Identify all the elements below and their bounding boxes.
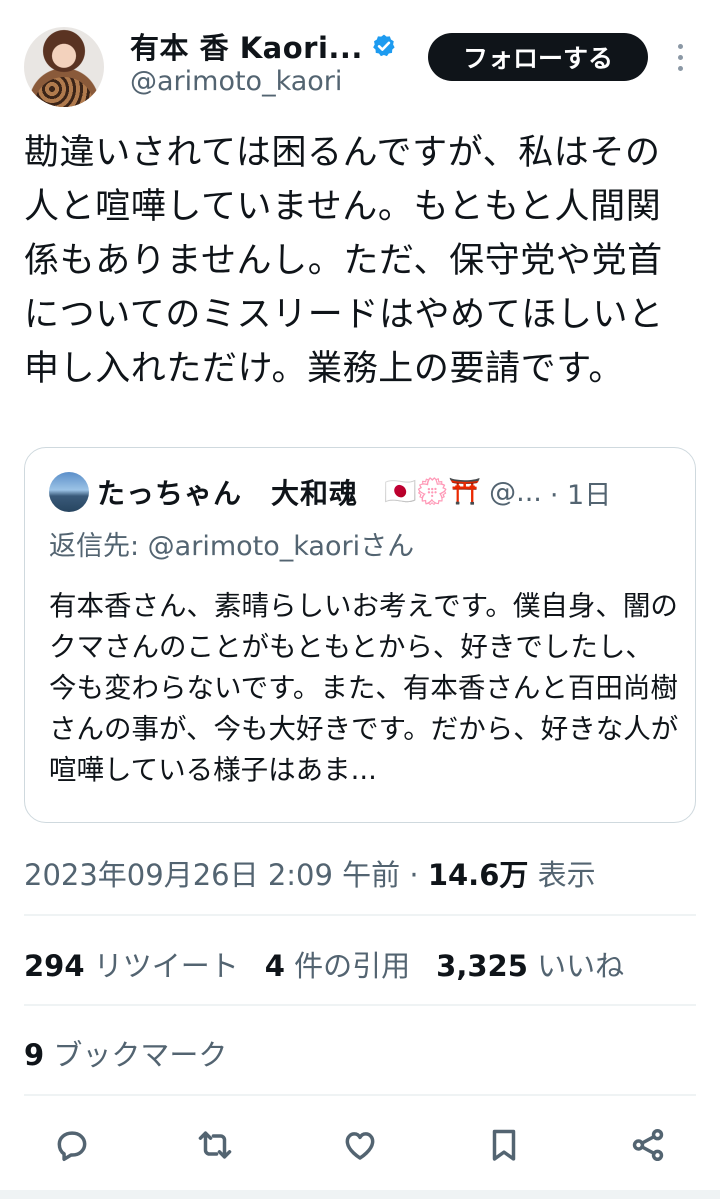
bookmarks-stat[interactable]: 9 ブックマーク xyxy=(24,1032,227,1074)
retweet-icon[interactable] xyxy=(193,1123,237,1167)
more-options-icon[interactable] xyxy=(668,38,692,76)
tweet-meta: 2023年09月26日 2:09 午前 · 14.6万 表示 xyxy=(24,852,596,894)
quoted-tweet-text: 有本香さん、素晴らしいお考えです。僕自身、闇のクマさんのことがもともとから、好き… xyxy=(49,590,679,786)
verified-badge-icon xyxy=(373,34,395,57)
author-avatar[interactable] xyxy=(24,27,104,107)
divider xyxy=(24,1004,696,1006)
tweet-header: 有本 香 Kaori... @arimoto_kaori フォローする xyxy=(0,0,720,115)
retweets-stat[interactable]: 294 リツイート xyxy=(24,943,239,985)
quoted-author-name: たっちゃん 大和魂 xyxy=(97,477,359,510)
action-bar xyxy=(0,1115,720,1175)
quotes-stat[interactable]: 4 件の引用 xyxy=(265,943,410,985)
quoted-author-emoji: 🇯🇵💮⛩️ xyxy=(384,477,482,507)
quoted-tweet-time: · 1日 xyxy=(549,479,612,511)
quoted-tweet[interactable]: たっちゃん 大和魂 🇯🇵💮⛩️ @... · 1日 返信先: @arimoto_… xyxy=(24,447,696,823)
views-label: 表示 xyxy=(528,858,596,892)
bookmarks-label: ブックマーク xyxy=(44,1038,228,1072)
quotes-count: 4 xyxy=(264,949,285,983)
author-display-name[interactable]: 有本 香 Kaori... xyxy=(130,25,363,67)
like-icon[interactable] xyxy=(338,1123,382,1167)
reply-icon[interactable] xyxy=(50,1123,94,1167)
bottom-separator xyxy=(0,1190,720,1199)
quoted-author-handle: @... xyxy=(489,476,542,508)
follow-button[interactable]: フォローする xyxy=(428,33,648,81)
bookmark-icon[interactable] xyxy=(482,1123,526,1167)
share-icon[interactable] xyxy=(626,1123,670,1167)
likes-stat[interactable]: 3,325 いいね xyxy=(436,943,624,985)
retweets-count: 294 xyxy=(24,949,85,983)
bookmarks-count: 9 xyxy=(24,1038,45,1072)
engagement-stats: 294 リツイート 4 件の引用 3,325 いいね xyxy=(24,943,624,985)
tweet-datetime[interactable]: 2023年09月26日 2:09 午前 · xyxy=(24,858,428,892)
quoted-tweet-header: たっちゃん 大和魂 🇯🇵💮⛩️ @... · 1日 xyxy=(49,470,611,514)
likes-count: 3,325 xyxy=(436,949,528,983)
quoted-reply-to: 返信先: @arimoto_kaoriさん xyxy=(49,531,415,562)
quoted-author-avatar xyxy=(49,472,89,512)
views-count: 14.6万 xyxy=(427,858,529,892)
retweets-label: リツイート xyxy=(84,949,239,983)
divider xyxy=(24,914,696,916)
author-handle[interactable]: @arimoto_kaori xyxy=(130,66,342,97)
tweet-text: 勘違いされては困るんですが、私はその人と喧嘩していません。もともと人間関係もあり… xyxy=(24,133,664,389)
quotes-label: 件の引用 xyxy=(284,949,411,983)
divider xyxy=(24,1094,696,1096)
author-name-row[interactable]: 有本 香 Kaori... xyxy=(130,25,397,67)
likes-label: いいね xyxy=(527,949,625,983)
